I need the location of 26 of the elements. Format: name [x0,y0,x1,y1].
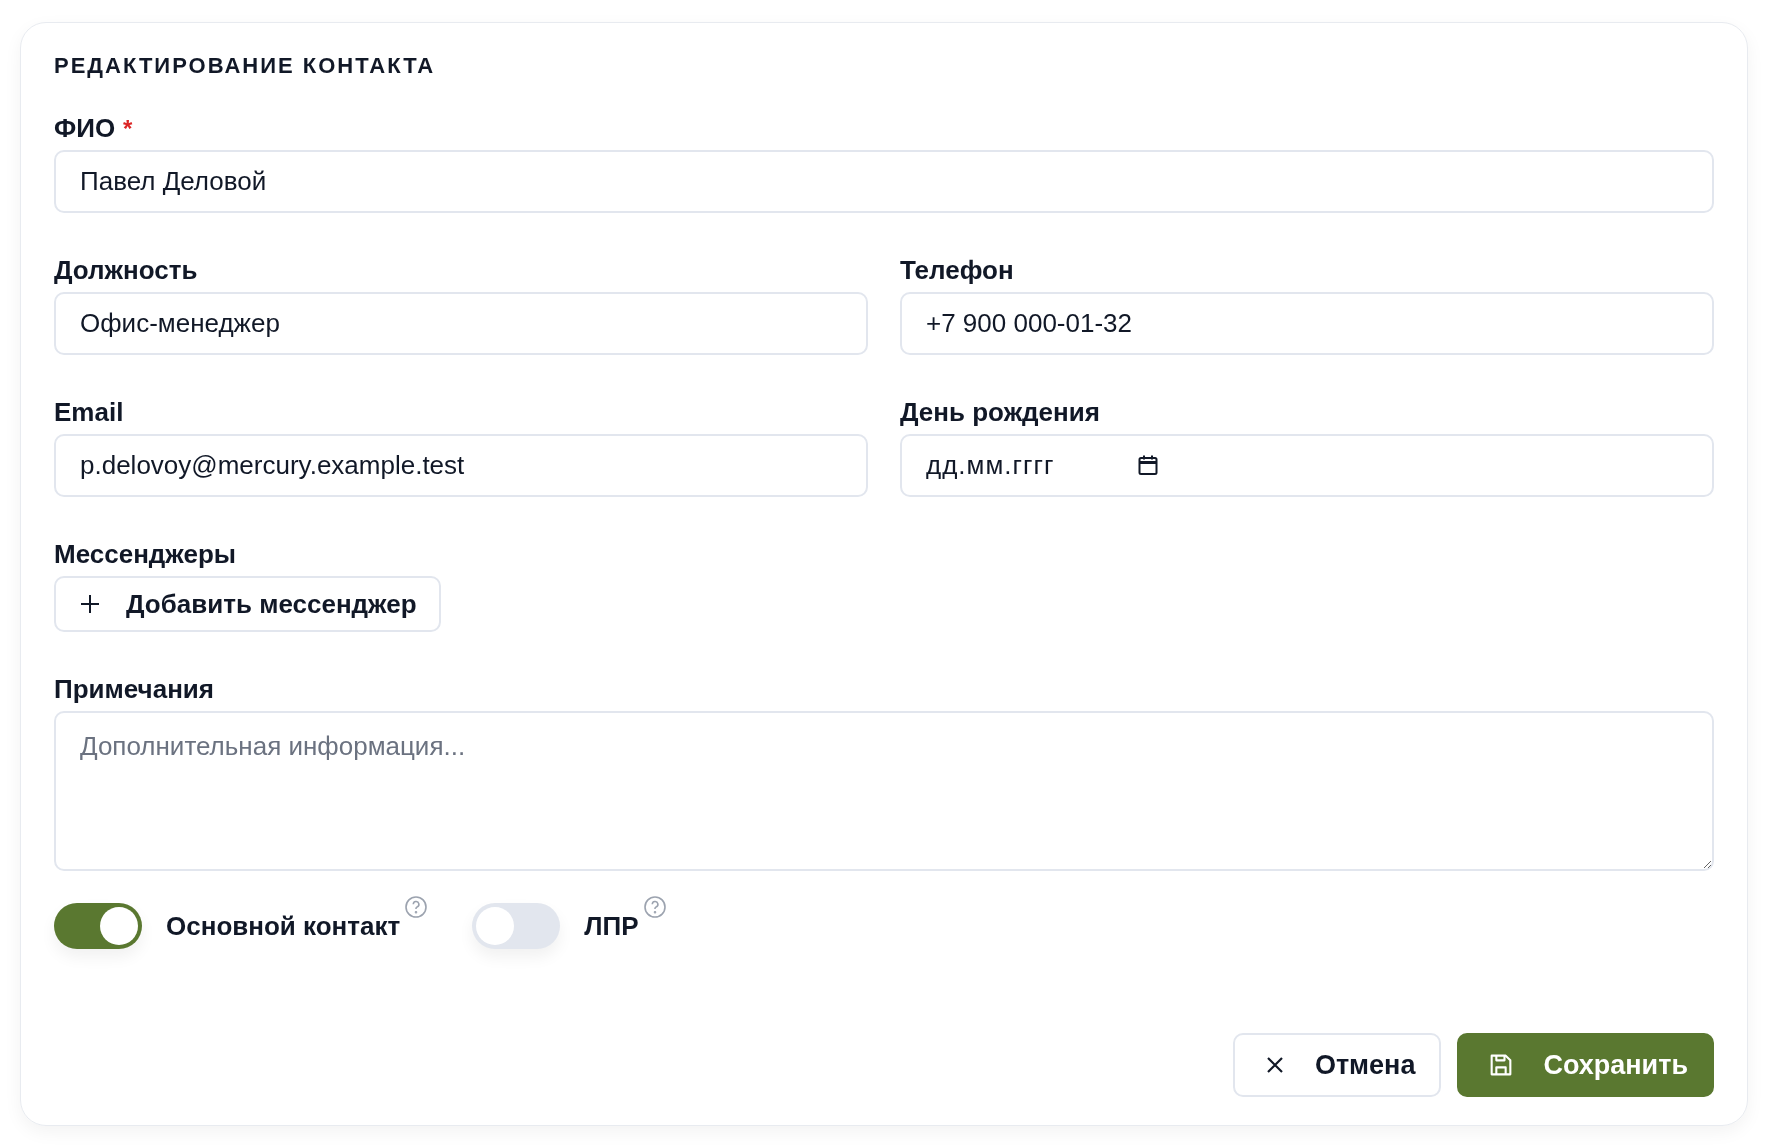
plus-icon [78,592,102,616]
input-field[interactable]: p.delovoy@mercury.example.test [54,434,868,497]
notes-field[interactable]: Дополнительная информация... [54,711,1714,871]
add-messenger-button[interactable]: Добавить мессенджер [54,576,441,632]
input-field[interactable]: +7 900 000-01-32 [900,292,1714,355]
toggle-switch[interactable] [54,903,142,949]
form-title: РЕДАКТИРОВАНИЕ КОНТАКТА [54,53,437,79]
field-label: Примечания [54,674,214,705]
field-label: Должность [54,255,198,286]
field-label: Телефон [900,255,1014,286]
field-label: Email [54,397,124,428]
field-label: Мессенджеры [54,539,236,570]
field-label: День рождения [900,397,1100,428]
help-icon[interactable] [404,895,429,919]
required-mark: * [123,115,133,143]
cancel-button[interactable]: Отмена [1232,1033,1442,1097]
input-field[interactable]: Офис-менеджер [54,292,868,355]
toggle-switch[interactable] [472,903,561,949]
input-field[interactable]: Павел Деловой [54,150,1714,213]
calendar-icon[interactable] [1136,453,1160,477]
save-button[interactable]: Сохранить [1457,1033,1714,1097]
toggle-label: Основной контакт [166,910,401,942]
field-label: ФИО [54,113,116,144]
help-icon[interactable] [642,895,667,919]
date-field[interactable]: дд.мм.гггг [900,434,1714,497]
toggle-label: ЛПР [584,910,639,942]
